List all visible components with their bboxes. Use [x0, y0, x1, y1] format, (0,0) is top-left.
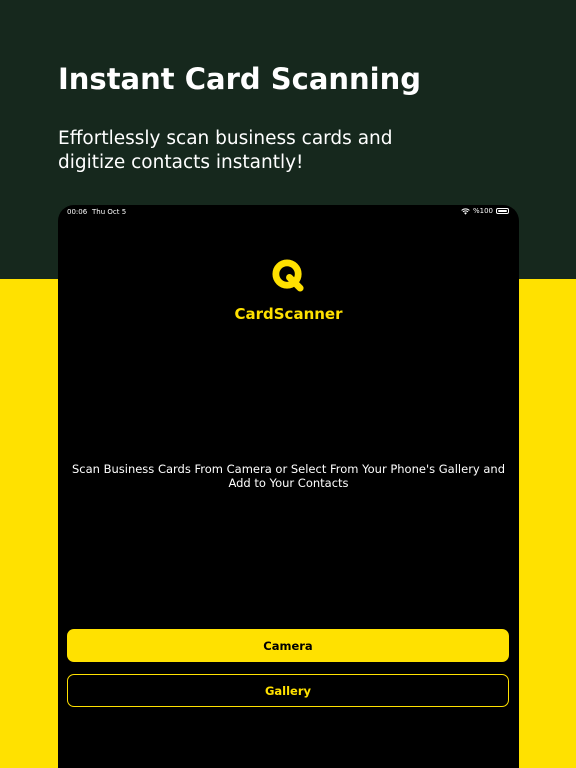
app-name: CardScanner — [234, 305, 343, 323]
device-screen: 00:06 Thu Oct 5 %100 CardScanner Scan Bu… — [58, 205, 519, 768]
camera-button[interactable]: Camera — [67, 629, 509, 662]
status-time: 00:06 — [67, 208, 88, 216]
battery-percent: %100 — [472, 207, 493, 215]
status-right: %100 — [461, 207, 509, 215]
promo-subline: Effortlessly scan business cards and dig… — [58, 128, 393, 173]
status-bar: 00:06 Thu Oct 5 %100 — [58, 205, 519, 221]
app-description: Scan Business Cards From Camera or Selec… — [71, 462, 506, 490]
gallery-button[interactable]: Gallery — [67, 674, 509, 707]
camera-button-label: Camera — [263, 638, 313, 653]
status-date: Thu Oct 5 — [92, 208, 127, 216]
battery-icon — [496, 208, 509, 214]
wifi-icon — [461, 207, 470, 215]
gallery-button-label: Gallery — [264, 683, 312, 698]
q-logo-icon — [272, 259, 304, 292]
promo-headline: Instant Card Scanning — [58, 62, 422, 96]
